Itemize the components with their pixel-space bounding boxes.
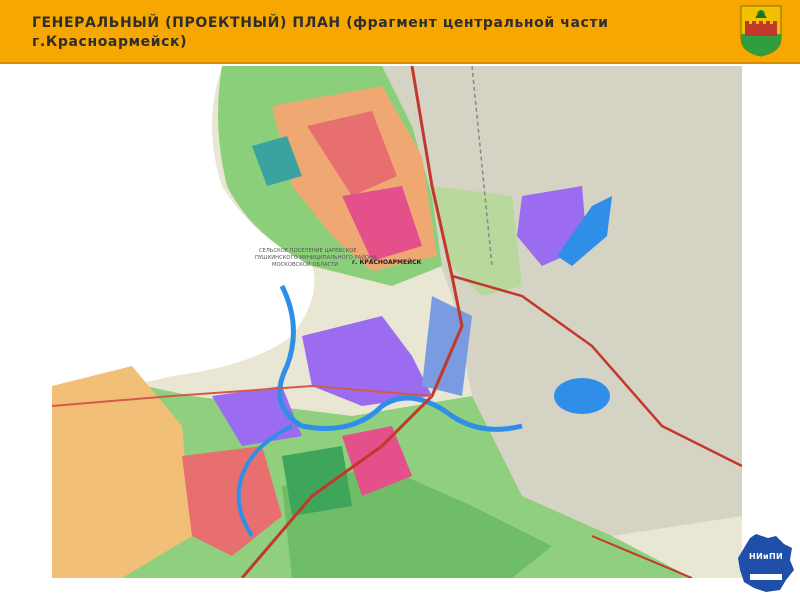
master-plan-map: СЕЛЬСКОЕ ПОСЕЛЕНИЕ ЦАРЕВСКОЕ ПУШКИНСКОГО… xyxy=(52,66,742,578)
organization-logo: НИиПИ xyxy=(736,532,796,594)
moscow-region-silhouette-icon xyxy=(738,534,794,592)
logo-text: НИиПИ xyxy=(749,552,783,561)
city-label: г. КРАСНОАРМЕЙСК xyxy=(352,258,422,266)
page-title: ГЕНЕРАЛЬНЫЙ (ПРОЕКТНЫЙ) ПЛАН (фрагмент ц… xyxy=(32,15,609,50)
header-bar: ГЕНЕРАЛЬНЫЙ (ПРОЕКТНЫЙ) ПЛАН (фрагмент ц… xyxy=(0,0,800,64)
settlement-label-1: СЕЛЬСКОЕ ПОСЕЛЕНИЕ ЦАРЕВСКОЕ xyxy=(259,248,357,254)
settlement-label-3: МОСКОВСКОЙ ОБЛАСТИ xyxy=(272,261,338,268)
lake-east xyxy=(554,378,610,414)
park-zone xyxy=(282,446,352,516)
coat-of-arms-icon xyxy=(740,5,782,57)
